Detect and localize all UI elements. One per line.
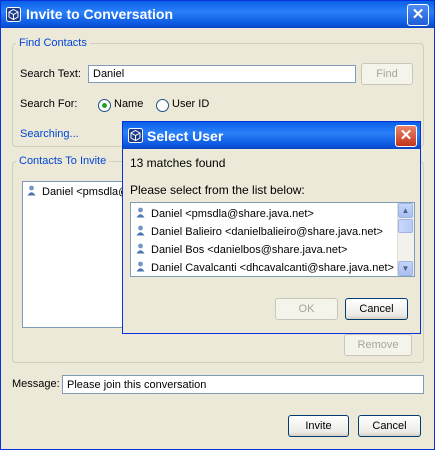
user-label: Daniel Balieiro <danielbalieiro@share.ja…: [151, 226, 383, 238]
user-id-radio[interactable]: [156, 99, 169, 112]
ok-button[interactable]: OK: [275, 298, 338, 320]
contacts-to-invite-legend: Contacts To Invite: [19, 155, 107, 167]
app-logo-icon: [128, 128, 143, 143]
list-item[interactable]: Daniel Cavalcanti <dhcavalcanti@share.ja…: [136, 261, 394, 274]
close-icon: ✕: [411, 6, 425, 23]
close-button[interactable]: ✕: [407, 4, 429, 26]
list-scrollbar[interactable]: ▲ ▼: [397, 203, 414, 276]
list-item[interactable]: Daniel <pmsdla@share.java.net>: [136, 207, 314, 220]
user-label: Daniel <pmsdla@share.java.net>: [151, 208, 314, 220]
list-item[interactable]: Daniel <pmsdla@: [27, 185, 129, 198]
matches-count: 13 matches found: [130, 156, 226, 170]
user-icon: [136, 243, 145, 254]
cancel-button[interactable]: Cancel: [358, 415, 421, 437]
radio-selected-dot: [102, 103, 107, 108]
user-icon: [136, 207, 145, 218]
user-list[interactable]: Daniel <pmsdla@share.java.net> Daniel Ba…: [130, 202, 415, 277]
scroll-thumb[interactable]: [398, 219, 413, 233]
contact-label: Daniel <pmsdla@: [42, 186, 130, 198]
title-bar[interactable]: Invite to Conversation ✕: [1, 1, 434, 28]
user-id-radio-label[interactable]: User ID: [172, 98, 209, 110]
chevron-up-icon: ▲: [401, 206, 410, 215]
close-icon: ✕: [399, 127, 413, 144]
message-label: Message:: [12, 378, 60, 390]
search-status: Searching...: [20, 128, 79, 140]
name-radio-label[interactable]: Name: [114, 98, 143, 110]
invite-button[interactable]: Invite: [288, 415, 349, 437]
search-text-label: Search Text:: [20, 68, 81, 80]
name-radio[interactable]: [98, 99, 111, 112]
dialog-title: Select User: [147, 128, 224, 144]
user-icon: [136, 225, 145, 236]
scroll-down-button[interactable]: ▼: [398, 261, 413, 276]
window-title: Invite to Conversation: [26, 6, 174, 22]
find-button[interactable]: Find: [361, 63, 413, 85]
app-logo-icon: [6, 7, 21, 22]
dialog-close-button[interactable]: ✕: [395, 125, 417, 147]
contacts-list[interactable]: Daniel <pmsdla@: [22, 181, 134, 328]
select-prompt: Please select from the list below:: [130, 183, 305, 197]
message-input[interactable]: [62, 375, 424, 394]
search-text-input[interactable]: [88, 65, 356, 83]
select-user-dialog: Select User ✕ 13 matches found Please se…: [122, 121, 421, 334]
remove-button[interactable]: Remove: [344, 334, 412, 356]
list-item[interactable]: Daniel Balieiro <danielbalieiro@share.ja…: [136, 225, 383, 238]
user-icon: [136, 261, 145, 272]
search-for-label: Search For:: [20, 98, 78, 110]
scroll-up-button[interactable]: ▲: [398, 203, 413, 218]
dialog-cancel-button[interactable]: Cancel: [345, 298, 408, 320]
find-contacts-legend: Find Contacts: [19, 37, 87, 49]
user-label: Daniel Bos <danielbos@share.java.net>: [151, 244, 348, 256]
list-item[interactable]: Daniel Bos <danielbos@share.java.net>: [136, 243, 347, 256]
user-icon: [27, 185, 36, 196]
dialog-title-bar[interactable]: Select User ✕: [123, 122, 420, 149]
chevron-down-icon: ▼: [401, 264, 410, 273]
user-label: Daniel Cavalcanti <dhcavalcanti@share.ja…: [151, 262, 394, 274]
